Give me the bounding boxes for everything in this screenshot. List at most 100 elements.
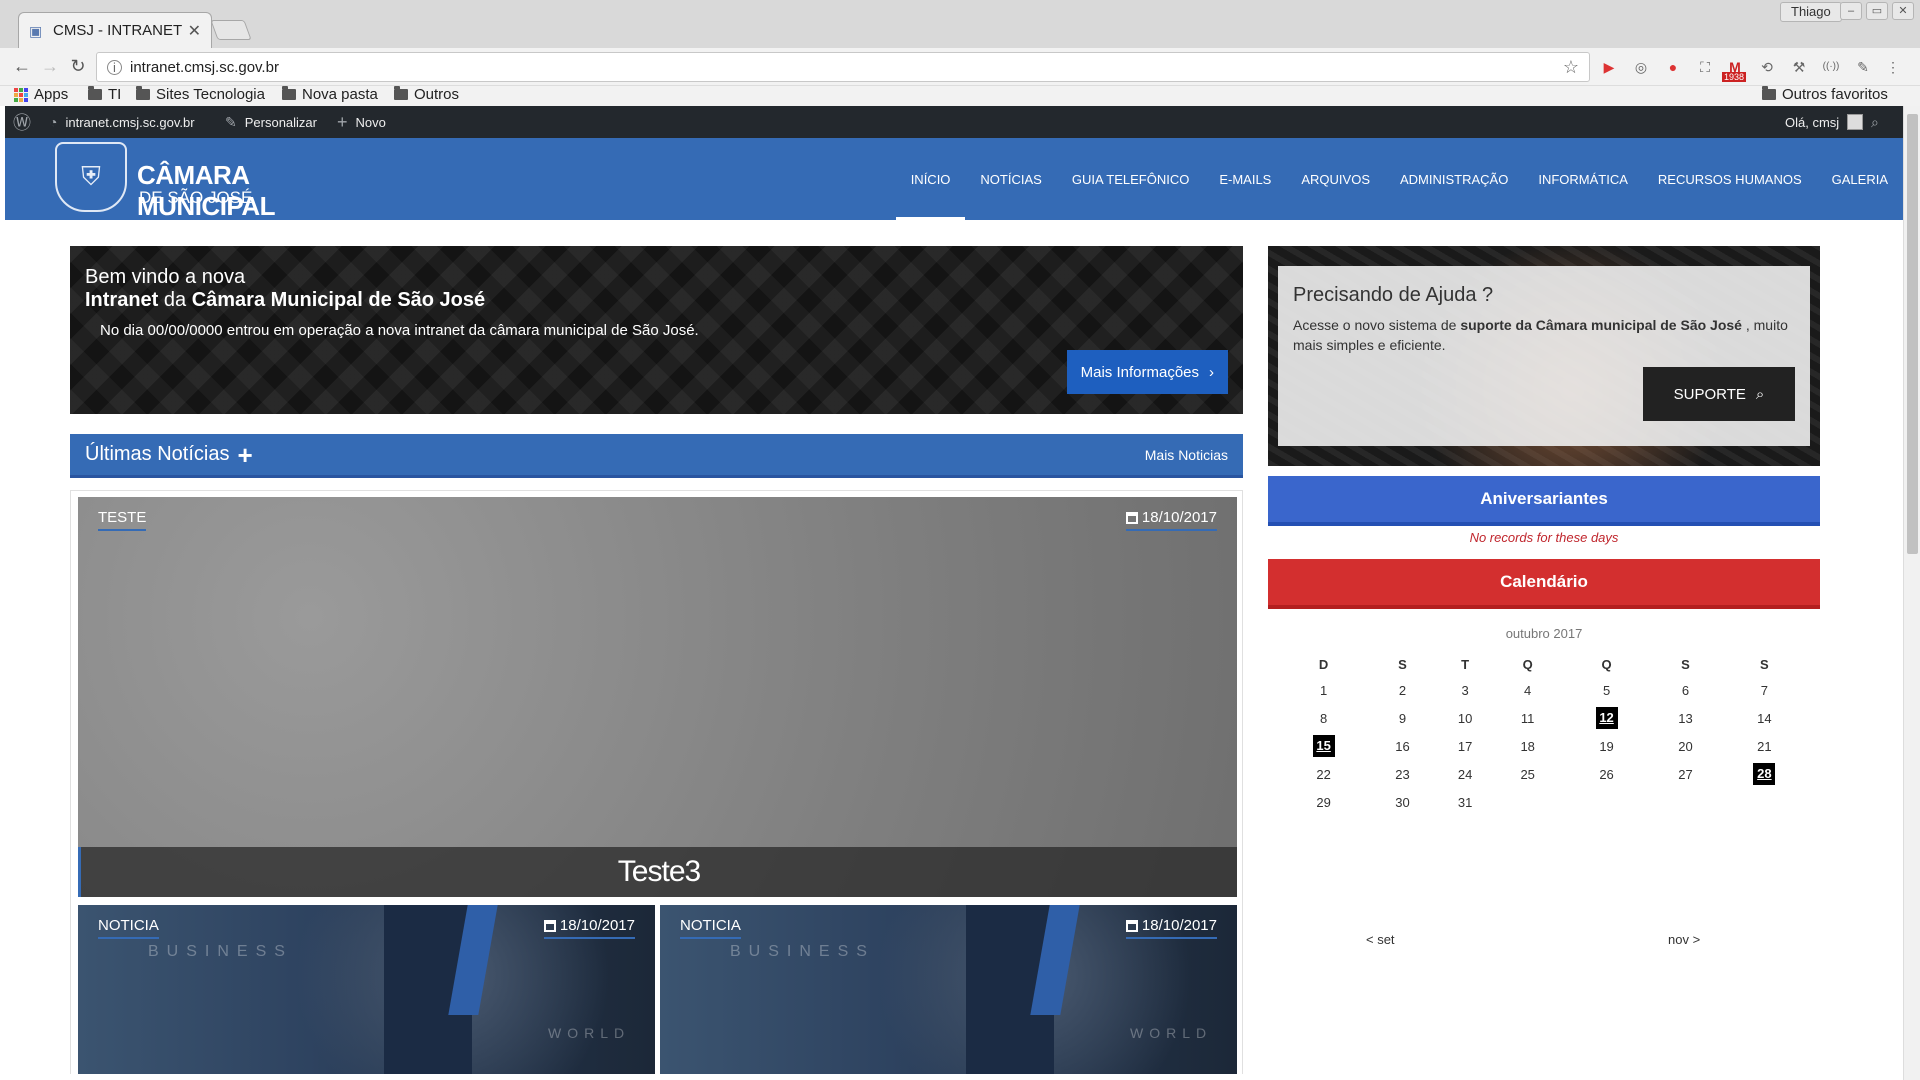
extension-screen-icon[interactable]: ⛶ [1696, 58, 1714, 76]
logo-subtitle: DE SÃO JOSÉ [139, 188, 253, 207]
browser-tab[interactable]: ▣ CMSJ - INTRANET ✕ [18, 12, 212, 48]
news-card[interactable]: BUSINESS WORLD NOTICIA 18/10/2017 [660, 905, 1237, 1074]
calendar-day[interactable]: 10 [1434, 704, 1497, 732]
menu-item-emails[interactable]: E-MAILS [1204, 138, 1286, 220]
calendar-event-day[interactable]: 28 [1753, 763, 1776, 785]
bookmark-star-icon[interactable]: ☆ [1563, 57, 1579, 78]
menu-dots-icon[interactable]: ⋮ [1884, 58, 1902, 76]
menu-item-informatica[interactable]: INFORMÁTICA [1523, 138, 1643, 220]
news-tag[interactable]: NOTICIA [680, 917, 741, 939]
calendar-day[interactable]: 4 [1496, 676, 1559, 704]
calendar-day[interactable]: 7 [1717, 676, 1812, 704]
featured-news[interactable]: TESTE 18/10/2017 Teste3 [78, 497, 1237, 897]
calendar-day[interactable]: 15 [1276, 732, 1371, 760]
calendar-day[interactable]: 13 [1654, 704, 1717, 732]
forward-icon[interactable]: → [38, 56, 62, 77]
bookmark-apps[interactable]: Apps [14, 86, 68, 103]
calendar-day[interactable]: 14 [1717, 704, 1812, 732]
calendar-day[interactable]: 30 [1371, 788, 1434, 816]
admin-account[interactable]: Olá, cmsj [1785, 106, 1864, 138]
profile-button[interactable]: Thiago [1780, 2, 1842, 22]
gmail-badge: 1938 [1722, 72, 1747, 82]
news-card[interactable]: BUSINESS WORLD NOTICIA 18/10/2017 [78, 905, 655, 1074]
site-logo[interactable]: ⛨ CÂMARA MUNICIPAL DE SÃO JOSÉ [55, 142, 355, 221]
calendar-day[interactable]: 12 [1559, 704, 1654, 732]
news-date: 18/10/2017 [1125, 509, 1217, 531]
calendar-day[interactable]: 26 [1559, 760, 1654, 788]
calendar-day[interactable]: 3 [1434, 676, 1497, 704]
menu-item-recursos-humanos[interactable]: RECURSOS HUMANOS [1643, 138, 1817, 220]
calendar-day[interactable]: 29 [1276, 788, 1371, 816]
adblock-icon[interactable]: ● [1664, 58, 1682, 76]
bookmark-sites-tecnologia[interactable]: Sites Tecnologia [136, 86, 265, 103]
calendar-day[interactable]: 16 [1371, 732, 1434, 760]
extension-globe-icon[interactable]: ◎ [1632, 58, 1650, 76]
menu-item-noticias[interactable]: NOTÍCIAS [965, 138, 1056, 220]
calendar-day[interactable]: 17 [1434, 732, 1497, 760]
calendar-day[interactable]: 6 [1654, 676, 1717, 704]
menu-item-arquivos[interactable]: ARQUIVOS [1286, 138, 1385, 220]
calendar-day[interactable]: 19 [1559, 732, 1654, 760]
close-window-icon[interactable]: ✕ [1892, 2, 1914, 20]
minimize-icon[interactable]: – [1840, 2, 1862, 20]
featured-news-title[interactable]: Teste3 [78, 847, 1237, 897]
new-tab-button[interactable] [210, 20, 252, 40]
calendar-day[interactable]: 9 [1371, 704, 1434, 732]
calendar-day[interactable]: 1 [1276, 676, 1371, 704]
extension-cast-icon[interactable]: ((·)) [1822, 58, 1840, 76]
calendar-day[interactable]: 8 [1276, 704, 1371, 732]
extension-video-icon[interactable]: ▶ [1600, 58, 1618, 76]
calendar-day[interactable]: 20 [1654, 732, 1717, 760]
calendar-week: 22 23 24 25 26 27 28 [1276, 760, 1812, 788]
calendar-day[interactable]: 18 [1496, 732, 1559, 760]
calendar-day[interactable]: 31 [1434, 788, 1497, 816]
calendar-next-link[interactable]: nov > [1668, 932, 1700, 947]
calendar-day[interactable]: 22 [1276, 760, 1371, 788]
news-tag[interactable]: NOTICIA [98, 917, 159, 939]
menu-item-inicio[interactable]: INÍCIO [895, 138, 966, 220]
info-icon[interactable]: i [107, 59, 122, 75]
bookmark-nova-pasta[interactable]: Nova pasta [282, 86, 378, 103]
extension-eyedropper-icon[interactable]: ✎ [1854, 58, 1872, 76]
support-button[interactable]: SUPORTE ⌕ [1643, 367, 1795, 421]
more-news-link[interactable]: Mais Noticias [1145, 447, 1228, 463]
calendar-event-day[interactable]: 12 [1595, 707, 1618, 729]
calendar-day[interactable]: 27 [1654, 760, 1717, 788]
news-date-text: 18/10/2017 [1141, 917, 1217, 934]
calendar-day[interactable]: 23 [1371, 760, 1434, 788]
calendar-day[interactable]: 2 [1371, 676, 1434, 704]
extension-hammer-icon[interactable]: ⚒ [1790, 58, 1808, 76]
calendar-day[interactable]: 21 [1717, 732, 1812, 760]
plus-icon[interactable]: + [237, 442, 252, 468]
menu-item-galeria[interactable]: GALERIA [1817, 138, 1903, 220]
calendar-day[interactable]: 28 [1717, 760, 1812, 788]
calendar-day[interactable]: 11 [1496, 704, 1559, 732]
back-icon[interactable]: ← [10, 56, 34, 77]
bookmark-outros-favoritos[interactable]: Outros favoritos [1762, 86, 1888, 103]
wordpress-logo[interactable]: Ⓦ [13, 106, 31, 138]
page-scrollbar[interactable] [1903, 106, 1920, 1080]
maximize-icon[interactable]: ▭ [1866, 2, 1888, 20]
address-bar[interactable]: i intranet.cmsj.sc.gov.br ☆ [96, 52, 1590, 82]
bookmark-ti[interactable]: TI [88, 86, 121, 103]
admin-customize-link[interactable]: ✎ Personalizar [225, 106, 317, 138]
admin-new-link[interactable]: + Novo [337, 106, 386, 138]
more-info-button[interactable]: Mais Informações › [1066, 350, 1228, 394]
news-tag[interactable]: TESTE [98, 509, 147, 531]
admin-search[interactable]: ⌕ [1871, 106, 1879, 138]
calendar-prev-link[interactable]: < set [1366, 932, 1395, 947]
extension-sync-icon[interactable]: ⟲ [1758, 58, 1776, 76]
menu-item-guia-telefonico[interactable]: GUIA TELEFÔNICO [1057, 138, 1205, 220]
menu-item-administracao[interactable]: ADMINISTRAÇÃO [1385, 138, 1523, 220]
calendar-day[interactable]: 5 [1559, 676, 1654, 704]
scrollbar-thumb[interactable] [1907, 114, 1918, 554]
calendar-table: DSTQQSS 1 2 3 4 5 6 7 8 9 10 11 12 13 14 15 16 17 18 19 20 2… [1276, 652, 1812, 816]
bookmark-outros[interactable]: Outros [394, 86, 459, 103]
calendar-day[interactable]: 25 [1496, 760, 1559, 788]
admin-site-link[interactable]: ◔ intranet.cmsj.sc.gov.br [49, 106, 195, 138]
chevron-right-icon: › [1209, 363, 1214, 381]
calendar-event-day[interactable]: 15 [1312, 735, 1335, 757]
calendar-day[interactable]: 24 [1434, 760, 1497, 788]
close-tab-icon[interactable]: ✕ [188, 21, 201, 41]
reload-icon[interactable]: ↻ [66, 56, 90, 77]
